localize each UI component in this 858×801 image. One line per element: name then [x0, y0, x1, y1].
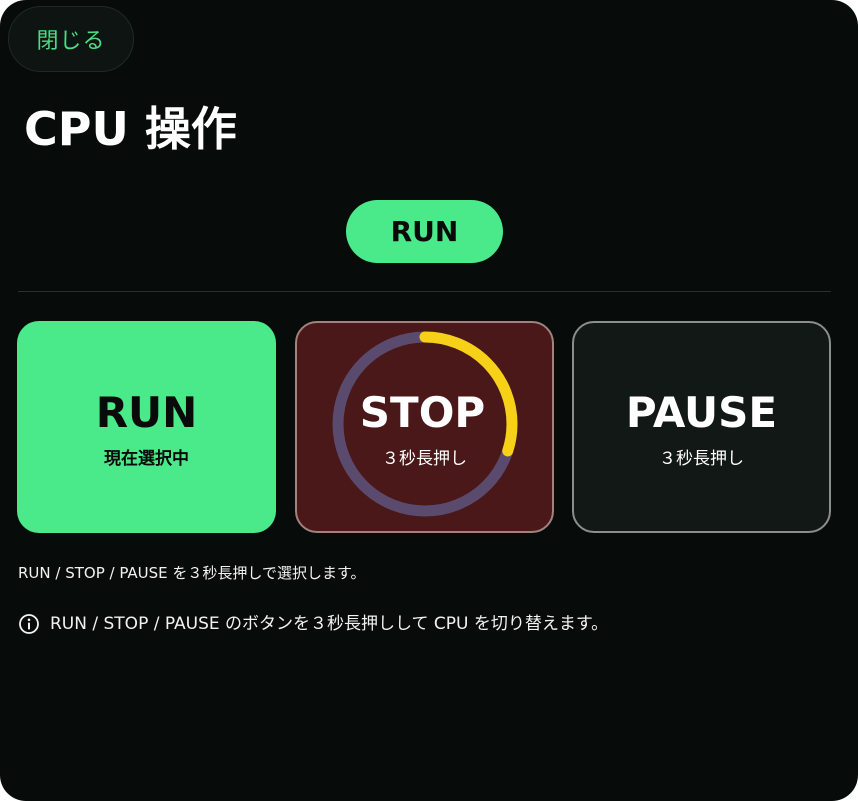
current-mode-badge: RUN [346, 200, 503, 263]
page-title: CPU 操作 [24, 102, 237, 156]
pause-mode-button[interactable]: PAUSE ３秒長押し [572, 321, 831, 533]
stop-mode-button[interactable]: STOP ３秒長押し [295, 321, 554, 533]
cpu-control-sheet: 閉じる CPU 操作 RUN RUN 現在選択中 STOP ３秒長押し PAUS… [0, 0, 858, 801]
pause-mode-label: PAUSE [625, 388, 778, 437]
run-mode-button[interactable]: RUN 現在選択中 [17, 321, 276, 533]
selection-hint: RUN / STOP / PAUSE を３秒長押しで選択します。 [18, 564, 366, 582]
divider [18, 291, 831, 292]
close-button[interactable]: 閉じる [8, 6, 134, 72]
info-note: RUN / STOP / PAUSE のボタンを３秒長押しして CPU を切り替… [18, 611, 608, 637]
run-mode-status: 現在選択中 [104, 449, 189, 469]
info-text: RUN / STOP / PAUSE のボタンを３秒長押しして CPU を切り替… [50, 614, 609, 634]
info-icon [19, 614, 39, 634]
run-mode-label: RUN [95, 388, 198, 437]
pause-mode-hint: ３秒長押し [659, 449, 744, 469]
stop-mode-hint: ３秒長押し [382, 449, 467, 469]
stop-mode-label: STOP [359, 388, 486, 437]
